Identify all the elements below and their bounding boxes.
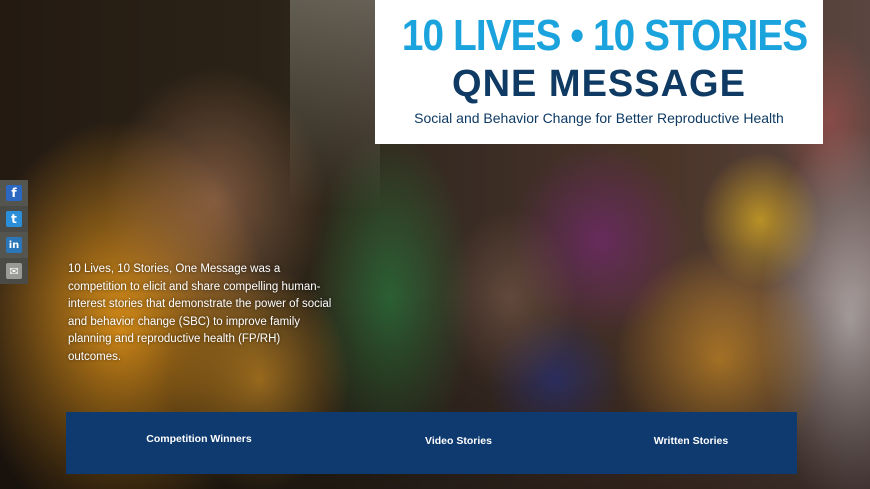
- nav-competition-winners[interactable]: Competition Winners: [104, 408, 294, 470]
- logo-title-line2: QNE MESSAGE: [452, 63, 746, 105]
- email-icon: ✉: [6, 263, 22, 279]
- story-navigation-bar: Competition Winners Video Stories Writte…: [66, 412, 797, 474]
- nav-written-stories[interactable]: Written Stories: [601, 410, 781, 472]
- campaign-logo: 10 LIVES • 10 STORIES QNE MESSAGE Social…: [375, 0, 823, 144]
- logo-title-line1: 10 LIVES • 10 STORIES: [401, 11, 808, 60]
- twitter-share-button[interactable]: t: [0, 206, 28, 232]
- twitter-icon: t: [6, 211, 22, 227]
- linkedin-icon: in: [6, 237, 22, 253]
- logo-subtitle: Social and Behavior Change for Better Re…: [414, 110, 784, 126]
- intro-paragraph: 10 Lives, 10 Stories, One Message was a …: [68, 263, 332, 363]
- facebook-share-button[interactable]: f: [0, 180, 28, 206]
- social-share-bar: f t in ✉: [0, 180, 28, 284]
- email-share-button[interactable]: ✉: [0, 258, 28, 284]
- facebook-icon: f: [6, 185, 22, 201]
- nav-video-stories[interactable]: Video Stories: [366, 410, 551, 472]
- linkedin-share-button[interactable]: in: [0, 232, 28, 258]
